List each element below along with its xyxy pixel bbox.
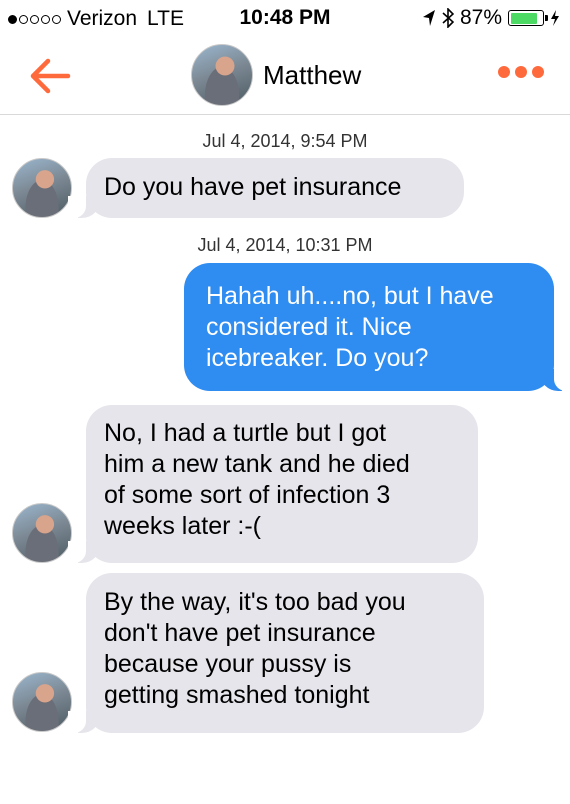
more-options-icon[interactable] — [498, 66, 544, 78]
message-text: considered it. Nice — [206, 313, 412, 341]
contact-avatar[interactable] — [191, 44, 253, 106]
message-text: because your pussy is — [104, 650, 352, 678]
message-text: weeks later :-( — [104, 512, 261, 540]
message-text: icebreaker. Do you? — [206, 344, 429, 372]
incoming-message-bubble: No, I had a turtle but I got him a new t… — [68, 405, 478, 563]
incoming-message-bubble: By the way, it's too bad you don't have … — [68, 573, 484, 733]
sender-avatar[interactable] — [12, 503, 72, 563]
message-text: By the way, it's too bad you — [104, 588, 406, 616]
message-text: of some sort of infection 3 — [104, 481, 391, 509]
outgoing-message-bubble: Hahah uh....no, but I have considered it… — [184, 263, 570, 391]
message-timestamp: Jul 4, 2014, 10:31 PM — [197, 235, 373, 255]
message-text: Hahah uh....no, but I have — [206, 282, 494, 310]
message-timestamp: Jul 4, 2014, 9:54 PM — [202, 131, 368, 151]
sender-avatar[interactable] — [12, 158, 72, 218]
message-text: Do you have pet insurance — [104, 173, 402, 201]
location-arrow-icon — [422, 10, 435, 26]
incoming-message-bubble: Do you have pet insurance — [68, 158, 464, 218]
status-bar: Verizon LTE 10:48 PM 87% — [0, 0, 570, 38]
contact-info[interactable]: Matthew — [191, 44, 361, 106]
back-arrow-icon[interactable] — [28, 56, 72, 96]
message-text: No, I had a turtle but I got — [104, 419, 387, 447]
charging-bolt-icon — [551, 10, 559, 26]
status-right: 87% — [422, 6, 560, 30]
message-text: don't have pet insurance — [104, 619, 376, 647]
sender-avatar[interactable] — [12, 672, 72, 732]
message-text: getting smashed tonight — [104, 681, 370, 709]
message-text: him a new tank and he died — [104, 450, 410, 478]
battery-percent: 87% — [459, 6, 502, 29]
battery-fill — [510, 12, 538, 24]
bluetooth-icon — [442, 8, 454, 28]
chat-header: Matthew — [0, 38, 570, 115]
battery-icon — [508, 10, 548, 26]
contact-name[interactable]: Matthew — [263, 60, 361, 91]
